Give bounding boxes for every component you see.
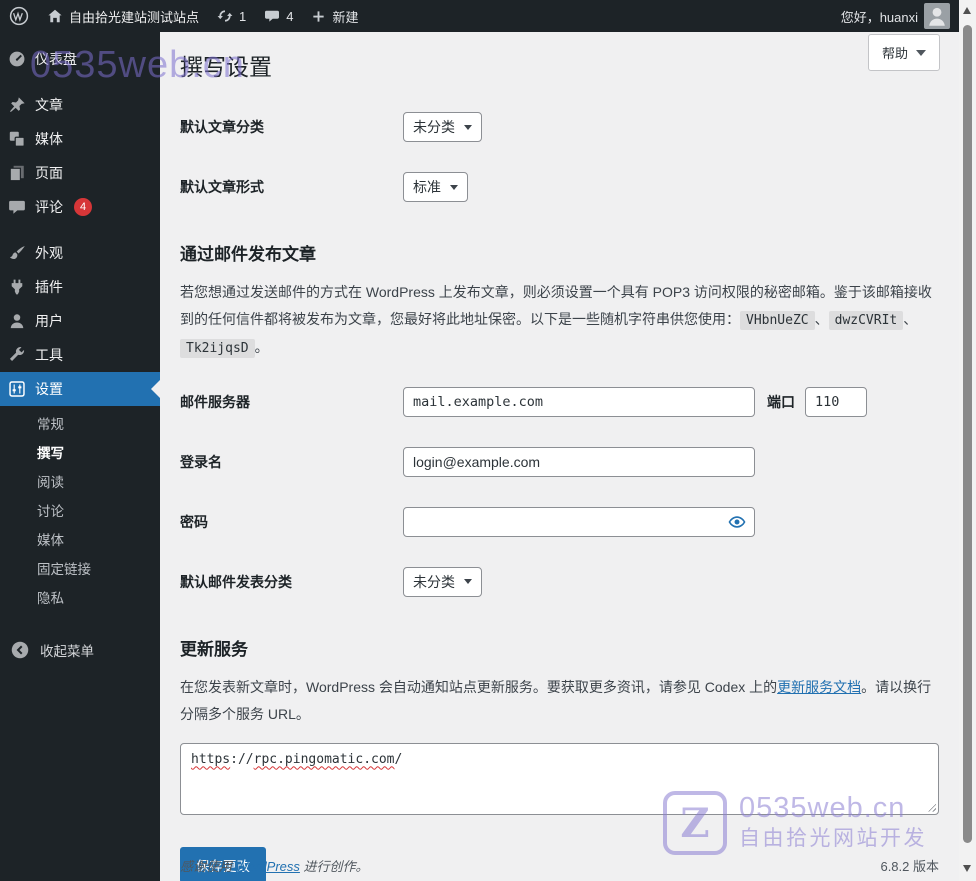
- admin-sidebar: 仪表盘 文章 媒体 页面 评论 4 外观 插件 用户 工具 设置 常规 撰写 阅…: [0, 32, 160, 881]
- default-mail-category-select[interactable]: 未分类: [403, 566, 482, 597]
- submenu-item-discussion[interactable]: 讨论: [0, 497, 160, 526]
- scrollbar-thumb[interactable]: [963, 25, 972, 843]
- sidebar-item-appearance[interactable]: 外观: [0, 236, 160, 270]
- new-label: 新建: [332, 9, 359, 25]
- random-string-1: VHbnUeZC: [740, 311, 815, 331]
- submenu-item-reading[interactable]: 阅读: [0, 468, 160, 497]
- plus-icon: [311, 9, 326, 24]
- pages-icon: [9, 165, 24, 182]
- wordpress-logo-menu[interactable]: [0, 0, 38, 32]
- admin-bar-left: 自由拾光建站测试站点 1 4 新建: [0, 0, 368, 32]
- scrollbar-down-arrow[interactable]: [963, 865, 971, 872]
- admin-bar: 自由拾光建站测试站点 1 4 新建 您好，huanxi: [0, 0, 959, 32]
- account-menu[interactable]: 您好，huanxi: [832, 0, 959, 32]
- wrench-icon: [9, 347, 25, 361]
- settings-submenu: 常规 撰写 阅读 讨论 媒体 固定链接 隐私: [0, 406, 160, 619]
- wordpress-link[interactable]: WordPress: [236, 859, 300, 874]
- avatar: [924, 3, 950, 29]
- submenu-item-media[interactable]: 媒体: [0, 526, 160, 555]
- footer: 感谢使用 WordPress 进行创作。 6.8.2 版本: [180, 856, 939, 875]
- settings-sliders-icon: [9, 381, 25, 397]
- random-string-3: Tk2ijqsD: [180, 338, 255, 358]
- site-name: 自由拾光建站测试站点: [69, 9, 200, 25]
- updates-menu[interactable]: 1: [208, 0, 255, 32]
- mail-server-label: 邮件服务器: [180, 393, 250, 410]
- site-menu[interactable]: 自由拾光建站测试站点: [38, 0, 208, 32]
- chevron-down-icon: [464, 124, 472, 130]
- collapse-arrow-icon: [11, 641, 29, 659]
- sidebar-item-pages[interactable]: 页面: [0, 156, 160, 190]
- wordpress-admin-screen: 自由拾光建站测试站点 1 4 新建 您好，huanxi 仪表盘 文章 媒体 页面…: [0, 0, 976, 881]
- plug-icon: [11, 279, 23, 295]
- submenu-item-writing[interactable]: 撰写: [0, 439, 160, 468]
- post-via-email-heading: 通过邮件发布文章: [180, 245, 316, 264]
- version-text: 6.8.2 版本: [880, 859, 939, 874]
- chevron-down-icon: [464, 579, 472, 585]
- current-menu-arrow: [151, 380, 160, 398]
- random-string-2: dwzCVRIt: [828, 311, 904, 331]
- new-content-menu[interactable]: 新建: [302, 0, 367, 32]
- sidebar-item-users[interactable]: 用户: [0, 304, 160, 338]
- sidebar-item-posts[interactable]: 文章: [0, 88, 160, 122]
- watermark-subtitle: 自由拾光网站开发: [739, 827, 927, 851]
- updates-count: 1: [239, 8, 247, 24]
- resize-grip[interactable]: [926, 801, 936, 812]
- admin-bar-right: 您好，huanxi: [832, 0, 959, 32]
- footer-thanks: 感谢使用 WordPress 进行创作。: [180, 859, 369, 874]
- paintbrush-icon: [10, 246, 25, 260]
- password-input[interactable]: [403, 506, 755, 537]
- comment-bubble-icon: [264, 8, 280, 24]
- submenu-item-general[interactable]: 常规: [0, 410, 160, 439]
- wordpress-logo-icon: [9, 6, 29, 26]
- update-services-description: 在您发表新文章时，WordPress 会自动通知站点更新服务。要获取更多资讯，请…: [180, 678, 932, 723]
- default-category-select[interactable]: 未分类: [403, 112, 482, 142]
- scrollbar-up-arrow[interactable]: [963, 7, 971, 14]
- collapse-menu-button[interactable]: 收起菜单: [0, 633, 160, 667]
- sidebar-item-media[interactable]: 媒体: [0, 122, 160, 156]
- update-services-heading: 更新服务: [180, 639, 248, 659]
- comments-count: 4: [286, 8, 294, 24]
- user-icon: [10, 314, 24, 329]
- port-input[interactable]: [805, 386, 867, 417]
- login-name-label: 登录名: [180, 453, 222, 470]
- eye-icon: [728, 516, 746, 528]
- submenu-item-privacy[interactable]: 隐私: [0, 584, 160, 613]
- comments-badge: 4: [74, 198, 92, 216]
- ping-services-textarea[interactable]: https://rpc.pingomatic.com/: [180, 742, 939, 815]
- page-title: 撰写设置: [180, 54, 272, 80]
- default-format-select[interactable]: 标准: [403, 172, 468, 202]
- scrollbar[interactable]: [959, 0, 976, 881]
- update-icon: [217, 8, 233, 24]
- login-name-input[interactable]: [403, 446, 755, 477]
- help-button[interactable]: 帮助: [867, 34, 940, 71]
- default-mail-category-label: 默认邮件发表分类: [180, 573, 292, 590]
- comments-menu[interactable]: 4: [255, 0, 302, 32]
- greeting-text: 您好，huanxi: [840, 9, 918, 25]
- pushpin-icon: [10, 97, 25, 112]
- port-label: 端口: [767, 393, 795, 410]
- chevron-down-icon: [450, 184, 458, 190]
- dashboard-gauge-icon: [9, 51, 25, 67]
- mail-server-input[interactable]: [403, 386, 755, 417]
- home-icon: [47, 8, 63, 24]
- sidebar-item-tools[interactable]: 工具: [0, 338, 160, 372]
- default-format-label: 默认文章形式: [180, 179, 264, 195]
- comments-icon: [9, 200, 25, 214]
- password-label: 密码: [180, 513, 208, 530]
- sidebar-item-comments[interactable]: 评论 4: [0, 190, 160, 224]
- media-icon: [9, 131, 25, 147]
- post-via-email-description: 若您想通过发送邮件的方式在 WordPress 上发布文章，则必须设置一个具有 …: [180, 284, 932, 358]
- chevron-down-icon: [916, 49, 926, 56]
- main-content: 帮助 撰写设置 默认文章分类 未分类 默认文章形式 标准 通过邮件发布文章 若您…: [160, 32, 959, 881]
- show-password-button[interactable]: [726, 511, 748, 533]
- sidebar-item-dashboard[interactable]: 仪表盘: [0, 42, 160, 76]
- default-category-label: 默认文章分类: [180, 119, 264, 135]
- sidebar-item-settings[interactable]: 设置: [0, 372, 160, 406]
- submenu-item-permalinks[interactable]: 固定链接: [0, 555, 160, 584]
- sidebar-item-plugins[interactable]: 插件: [0, 270, 160, 304]
- update-services-doc-link[interactable]: 更新服务文档: [777, 679, 861, 695]
